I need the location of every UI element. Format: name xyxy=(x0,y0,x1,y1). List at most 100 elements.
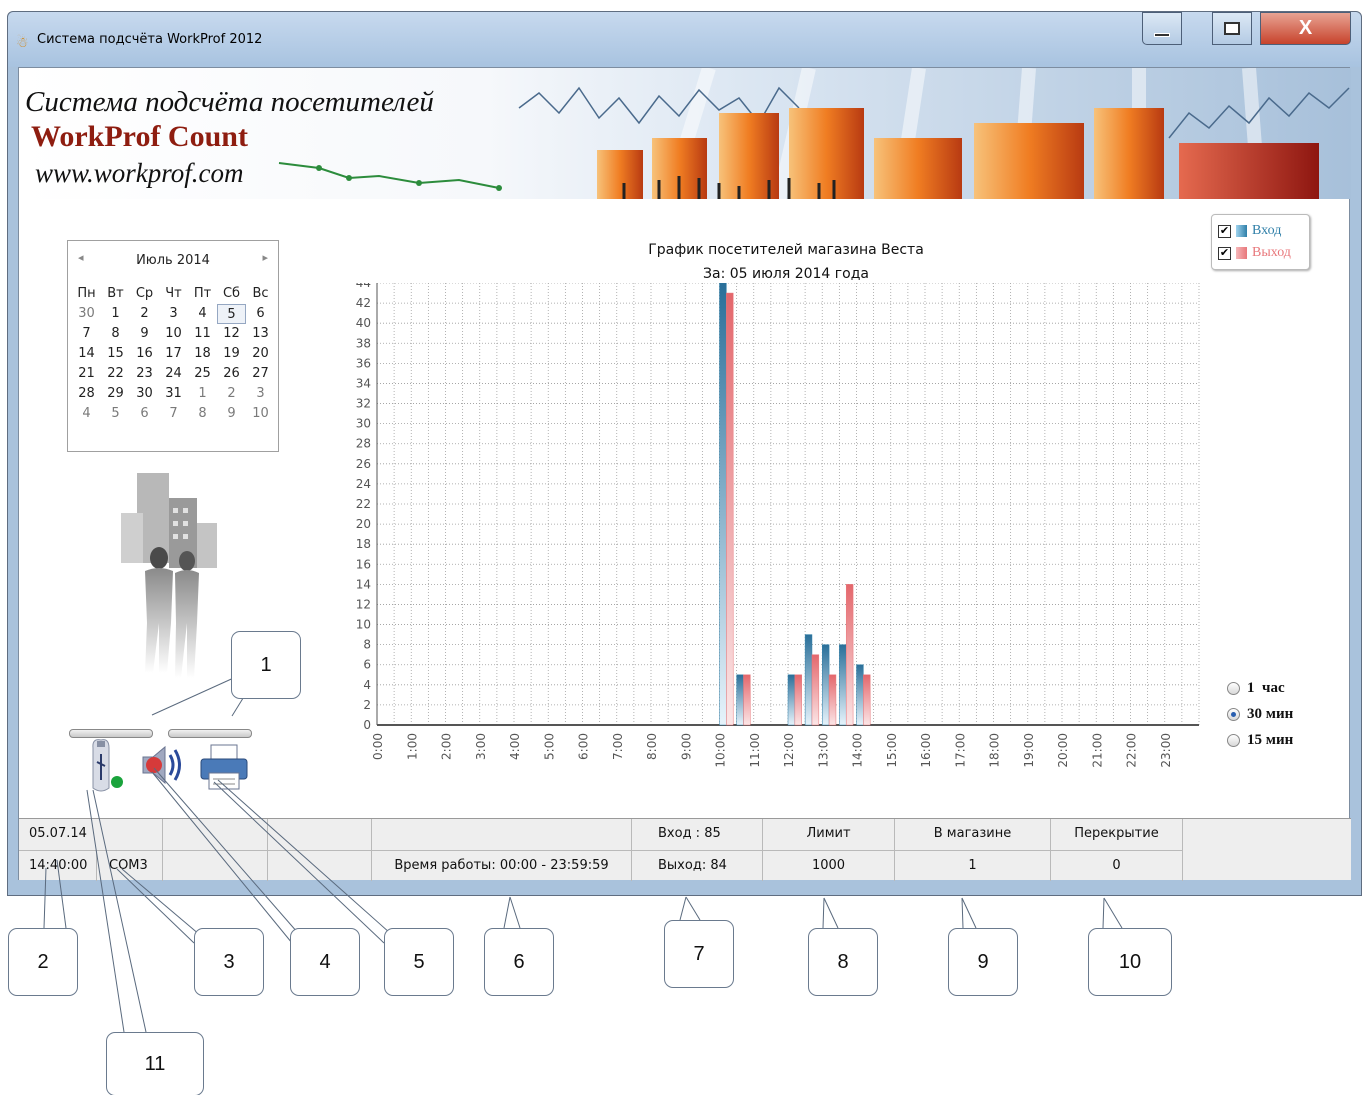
calendar-day[interactable]: 30 xyxy=(72,304,101,324)
calendar-day[interactable]: 14 xyxy=(72,344,101,364)
interval-label-30m: 30 мин xyxy=(1247,706,1294,722)
client-area: Система подсчёта посетителей WorkProf Co… xyxy=(18,67,1351,881)
calendar-day[interactable]: 6 xyxy=(130,404,159,424)
interval-option-15m[interactable]: 15 мин xyxy=(1227,732,1293,749)
calendar-day[interactable]: 23 xyxy=(130,364,159,384)
x-tick-label: 1:00 xyxy=(405,733,419,760)
radio-1h[interactable] xyxy=(1227,682,1240,695)
calendar-day[interactable]: 20 xyxy=(246,344,275,364)
calendar-weekday: Ср xyxy=(135,286,154,301)
status-overlap-label: Перекрытие xyxy=(1051,819,1183,850)
minimize-icon xyxy=(1154,32,1170,37)
calendar-day[interactable]: 27 xyxy=(246,364,275,384)
banner-website[interactable]: www.workprof.com xyxy=(35,158,244,189)
calendar-day[interactable]: 4 xyxy=(72,404,101,424)
legend-out-label: Выход xyxy=(1252,245,1291,260)
calendar-day[interactable]: 2 xyxy=(217,384,246,404)
title-bar[interactable]: ☃ Система подсчёта WorkProf 2012 X xyxy=(8,12,1361,67)
interval-label-15m: 15 мин xyxy=(1247,732,1294,748)
legend-in-label: Вход xyxy=(1252,223,1282,238)
calendar-day[interactable]: 3 xyxy=(159,304,188,324)
calendar-day[interactable]: 9 xyxy=(130,324,159,344)
calendar-week-row: 21 22 23 24 25 26 27 xyxy=(72,364,276,384)
calendar-day[interactable]: 16 xyxy=(130,344,159,364)
y-tick-label: 36 xyxy=(356,356,371,370)
x-tick-label: 14:00 xyxy=(851,733,865,768)
usb-device-icon[interactable] xyxy=(87,738,127,794)
calendar-day[interactable]: 10 xyxy=(246,404,275,424)
calendar-day[interactable]: 3 xyxy=(246,384,275,404)
radio-30m[interactable] xyxy=(1227,708,1240,721)
x-tick-label: 2:00 xyxy=(440,733,454,760)
calendar-day[interactable]: 26 xyxy=(217,364,246,384)
legend-item-out[interactable]: ✔ Выход xyxy=(1218,245,1291,261)
y-tick-label: 4 xyxy=(363,678,371,692)
x-tick-label: 3:00 xyxy=(474,733,488,760)
x-tick-label: 5:00 xyxy=(542,733,556,760)
interval-label-1h: 1 час xyxy=(1247,680,1285,696)
legend-in-checkbox[interactable]: ✔ xyxy=(1218,224,1231,238)
calendar-day[interactable]: 22 xyxy=(101,364,130,384)
progress-bar-left xyxy=(69,729,153,738)
calendar-day[interactable]: 8 xyxy=(101,324,130,344)
printer-icon[interactable] xyxy=(199,743,249,791)
y-tick-label: 42 xyxy=(356,296,371,310)
legend-out-checkbox[interactable]: ✔ xyxy=(1218,246,1231,260)
y-tick-label: 18 xyxy=(356,537,371,551)
calendar-day[interactable]: 12 xyxy=(217,324,246,344)
calendar-day[interactable]: 11 xyxy=(188,324,217,344)
calendar-day[interactable]: 13 xyxy=(246,324,275,344)
calendar-day[interactable]: 5 xyxy=(101,404,130,424)
calendar-weekday: Вт xyxy=(107,286,124,301)
status-in-count: Вход : 85 xyxy=(632,819,763,850)
maximize-button[interactable] xyxy=(1212,12,1252,45)
legend-item-in[interactable]: ✔ Вход xyxy=(1218,223,1281,239)
bar-out xyxy=(863,674,871,726)
status-in-store-value: 1 xyxy=(895,850,1051,881)
x-tick-label: 19:00 xyxy=(1022,733,1036,768)
calendar-day[interactable]: 8 xyxy=(188,404,217,424)
calendar-day[interactable]: 24 xyxy=(159,364,188,384)
calendar-day[interactable]: 7 xyxy=(159,404,188,424)
calendar-day[interactable]: 28 xyxy=(72,384,101,404)
month-calendar[interactable]: ◂ ▸ Июль 2014 Пн Вт Ср Чт Пт Сб Вс 30 1 2 3 4 5 6 7 8 9 1… xyxy=(67,240,279,452)
calendar-day[interactable]: 21 xyxy=(72,364,101,384)
status-overlap-value: 0 xyxy=(1051,850,1183,881)
calendar-day[interactable]: 1 xyxy=(101,304,130,324)
sound-icon[interactable] xyxy=(139,743,187,787)
interval-option-1h[interactable]: 1 час xyxy=(1227,680,1285,697)
calendar-day[interactable]: 30 xyxy=(130,384,159,404)
chart-title: График посетителей магазина Веста xyxy=(648,242,924,258)
calendar-day[interactable]: 19 xyxy=(217,344,246,364)
minimize-button[interactable] xyxy=(1142,12,1182,45)
maximize-icon xyxy=(1224,22,1240,35)
calendar-day[interactable]: 18 xyxy=(188,344,217,364)
calendar-day[interactable]: 31 xyxy=(159,384,188,404)
calendar-day[interactable]: 7 xyxy=(72,324,101,344)
close-button[interactable]: X xyxy=(1260,12,1351,45)
calendar-day[interactable]: 17 xyxy=(159,344,188,364)
calendar-week-row: 7 8 9 10 11 12 13 xyxy=(72,324,276,344)
calendar-weekday: Сб xyxy=(222,286,241,301)
calendar-day[interactable]: 5 xyxy=(217,304,246,324)
radio-15m[interactable] xyxy=(1227,734,1240,747)
calendar-day[interactable]: 29 xyxy=(101,384,130,404)
calendar-day[interactable]: 15 xyxy=(101,344,130,364)
calendar-day[interactable]: 25 xyxy=(188,364,217,384)
calendar-day[interactable]: 1 xyxy=(188,384,217,404)
banner-title: Система подсчёта посетителей xyxy=(25,86,434,118)
calendar-day[interactable]: 4 xyxy=(188,304,217,324)
y-tick-label: 38 xyxy=(356,336,371,350)
chart-legend: ✔ Вход ✔ Выход xyxy=(1211,214,1310,270)
status-empty-1 xyxy=(163,819,268,850)
people-illustration xyxy=(121,473,217,678)
calendar-day[interactable]: 2 xyxy=(130,304,159,324)
x-tick-label: 17:00 xyxy=(953,733,967,768)
calendar-month-label[interactable]: Июль 2014 xyxy=(68,253,278,268)
callout-2: 2 xyxy=(8,928,78,996)
calendar-day[interactable]: 10 xyxy=(159,324,188,344)
calendar-day[interactable]: 6 xyxy=(246,304,275,324)
interval-option-30m[interactable]: 30 мин xyxy=(1227,706,1293,723)
status-date: 05.07.14 xyxy=(19,819,163,850)
calendar-day[interactable]: 9 xyxy=(217,404,246,424)
